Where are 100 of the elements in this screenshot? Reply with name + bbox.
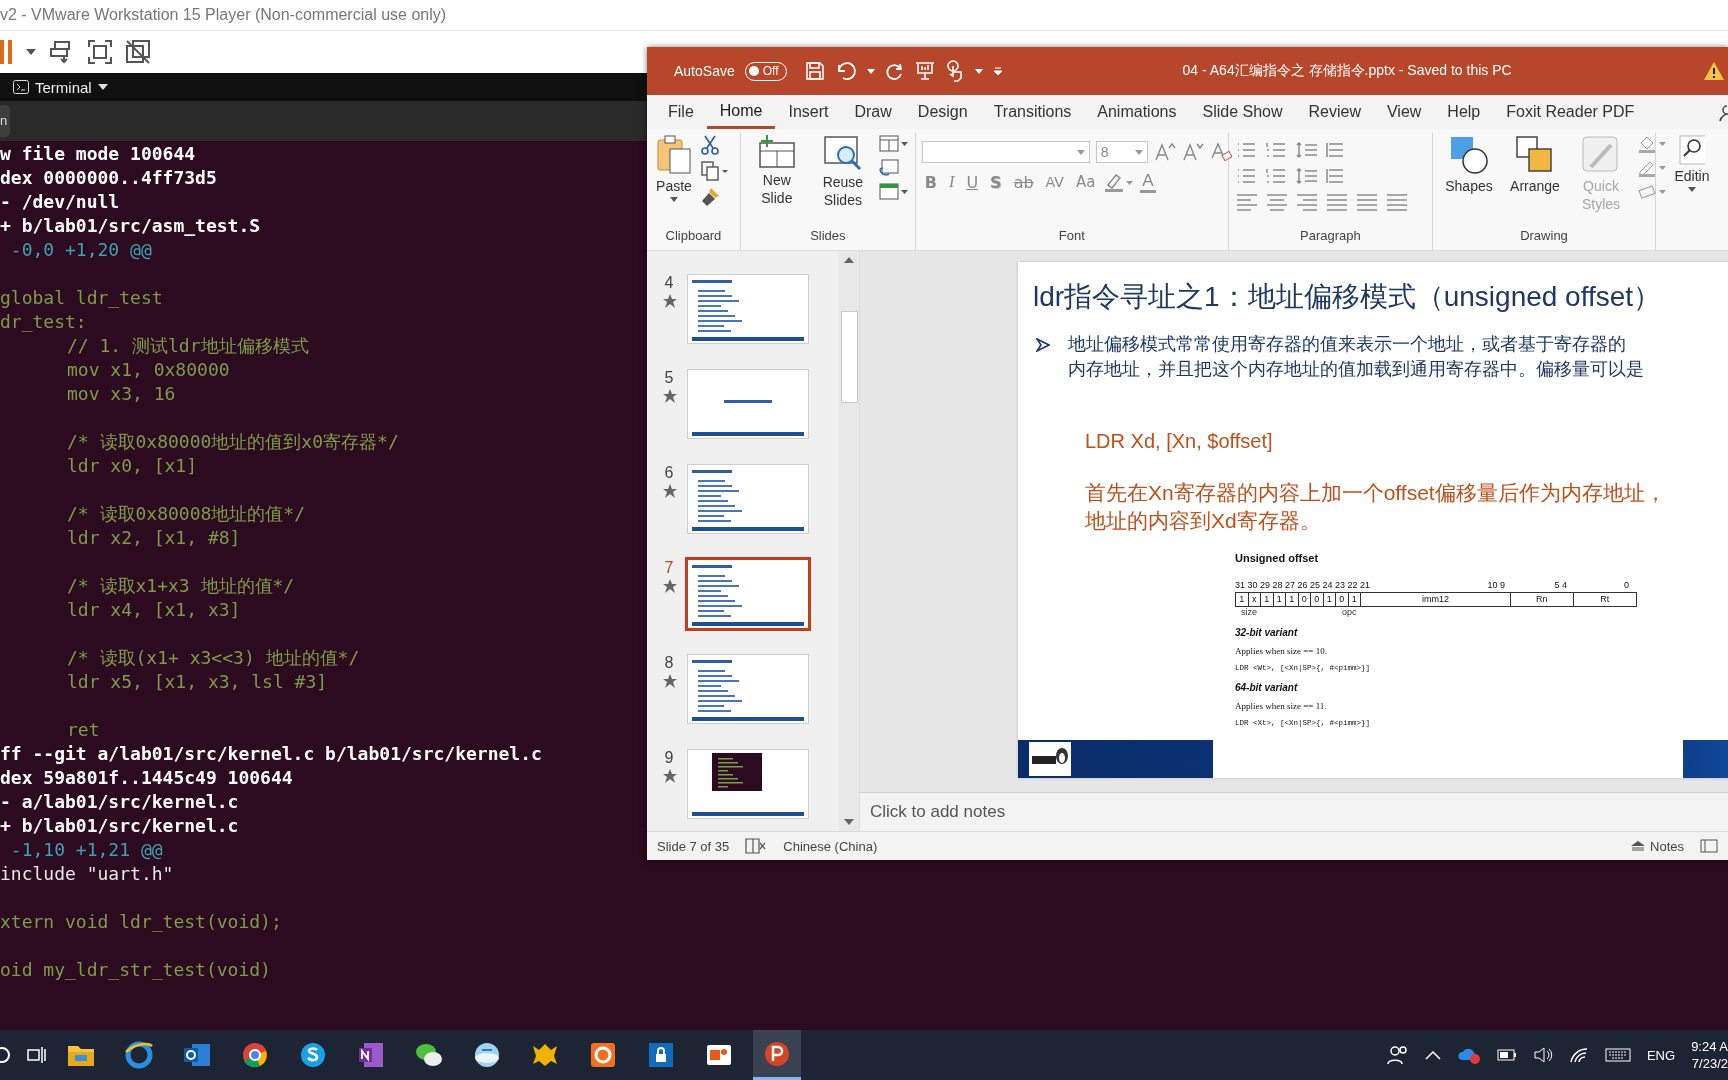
spelling-icon[interactable]	[745, 837, 768, 855]
search-icon[interactable]	[0, 1045, 12, 1065]
arrow-bullet-icon	[1036, 338, 1050, 352]
cloud-icon[interactable]	[1456, 1046, 1481, 1064]
layout-icon[interactable]	[878, 135, 909, 153]
ribbon-tab[interactable]: File	[655, 95, 707, 129]
shrink-font-icon[interactable]	[1181, 142, 1204, 162]
battery-icon[interactable]	[1496, 1049, 1517, 1061]
grow-font-icon[interactable]	[1153, 142, 1176, 162]
slide-button[interactable]: New Slide	[746, 133, 807, 209]
app-icon	[588, 1040, 618, 1070]
scissors-icon[interactable]	[701, 135, 719, 155]
unity-off-icon[interactable]	[126, 40, 150, 64]
paste-button[interactable]: Paste	[653, 133, 695, 204]
language-indicator[interactable]: ENG	[1646, 1047, 1676, 1063]
person-icon[interactable]	[1718, 102, 1728, 122]
globe-icon	[472, 1040, 502, 1070]
document-title: 04 - A64汇编指令之 存储指令.pptx - Saved to this PC	[1182, 62, 1512, 80]
search-icon	[1679, 135, 1705, 165]
customize-icon[interactable]	[992, 67, 1003, 75]
redo-icon[interactable]	[884, 61, 905, 81]
terminal-line: ret	[67, 719, 100, 740]
slide-thumbnail[interactable]	[685, 557, 811, 631]
ribbon-tab[interactable]: Draw	[841, 95, 905, 129]
terminal-menu[interactable]: Terminal	[35, 78, 92, 96]
highlighter-icon[interactable]	[1104, 171, 1135, 193]
ribbon-tab[interactable]: Design	[904, 95, 981, 129]
magnifier-slide-icon	[823, 135, 862, 171]
notes-field[interactable]: Click to add notes	[860, 792, 1728, 831]
bit-number: 31 30 29 28 27 26 25 24 23 22 21	[1235, 580, 1372, 590]
font-size-field[interactable]: 8	[1095, 141, 1148, 163]
caret-icon[interactable]	[26, 49, 36, 55]
encoding-cell: 1	[1323, 593, 1336, 606]
bullet-text: 地址偏移模式常常使用寄存器的值来表示一个地址，或者基于寄存器的	[1068, 333, 1626, 356]
ribbon-tab[interactable]: View	[1373, 95, 1435, 129]
ribbon-tab[interactable]: Transitions	[980, 95, 1085, 129]
ribbon-tab[interactable]: Help	[1434, 95, 1494, 129]
group-label: Font	[1057, 228, 1086, 245]
fullscreen-icon[interactable]	[88, 40, 112, 64]
scroll-down-icon[interactable]	[844, 819, 854, 825]
chevron-up-icon[interactable]	[1424, 1050, 1441, 1060]
caret-icon	[1688, 187, 1696, 192]
volume-icon[interactable]	[1532, 1047, 1553, 1063]
terminal-line: include "uart.h"	[0, 863, 174, 884]
terminal-line: dex 59a801f..1445c49 100644	[0, 767, 293, 788]
slide-number: 7	[664, 559, 674, 577]
save-icon[interactable]	[804, 61, 825, 81]
eraser-icon[interactable]	[1637, 183, 1667, 201]
ribbon-tab[interactable]: Animations	[1084, 95, 1190, 129]
slide-title: ldr指令寻址之1：地址偏移模式（unsigned offset）	[1032, 280, 1663, 314]
section-icon[interactable]	[878, 183, 909, 201]
taskbar-button[interactable]	[753, 1030, 801, 1080]
reset-icon[interactable]	[878, 159, 899, 177]
people-icon[interactable]	[1386, 1045, 1409, 1065]
pen-icon[interactable]	[1637, 159, 1667, 177]
terminal-line: -1,10 +1,21 @@	[9, 839, 163, 860]
encoding-cell: imm12	[1361, 593, 1511, 606]
star-icon	[661, 389, 677, 403]
scrollbar-thumb[interactable]	[840, 311, 858, 403]
terminal-line: // 1. 测试ldr地址偏移模式	[67, 335, 309, 356]
pause-icon[interactable]	[0, 40, 12, 64]
ribbon-tab[interactable]: Review	[1295, 95, 1374, 129]
clear-format-icon[interactable]	[1209, 142, 1232, 162]
copy-icon[interactable]	[701, 161, 729, 181]
ribbon-tab[interactable]: Slide Show	[1189, 95, 1296, 129]
touch-icon[interactable]	[944, 60, 965, 82]
warning-icon[interactable]	[1703, 61, 1725, 81]
scrollbar[interactable]	[839, 251, 859, 831]
caret-icon	[1076, 149, 1085, 155]
notes-button[interactable]: Notes	[1631, 838, 1684, 854]
keyboard-icon[interactable]	[1604, 1048, 1631, 1062]
arrange-icon	[1515, 135, 1555, 175]
ribbon-tab[interactable]: Foxit Reader PDF	[1493, 95, 1648, 129]
wifi-icon[interactable]	[1568, 1047, 1589, 1063]
drawing-button[interactable]: Arrange	[1505, 133, 1565, 197]
editing-button[interactable]: Editin	[1662, 133, 1722, 194]
scroll-up-icon[interactable]	[844, 257, 854, 263]
language-label[interactable]: Chinese (China)	[783, 838, 878, 854]
bullet-text: 内存地址，并且把这个内存地址的值加载到通用寄存器中。偏移量可以是	[1068, 358, 1644, 381]
encoding-cell: 1	[1261, 593, 1274, 606]
fill-bucket-icon[interactable]	[1637, 135, 1667, 153]
caret-icon[interactable]	[97, 84, 108, 90]
terminal-tab[interactable]: n	[0, 105, 10, 137]
font-name-field[interactable]	[921, 141, 1090, 163]
ribbon-tab[interactable]: Insert	[775, 95, 842, 129]
field-name: opc	[1342, 607, 1357, 617]
brush-icon[interactable]	[701, 187, 721, 207]
normal-view-icon[interactable]	[1700, 839, 1718, 853]
terminal-line: /* 读取0x80008地址的值*/	[67, 503, 306, 524]
presentation-icon[interactable]	[914, 61, 935, 81]
clock-date[interactable]: 7/23/2	[1691, 1055, 1728, 1072]
drawing-button[interactable]: Shapes	[1439, 133, 1499, 197]
terminal-line: dex 0000000..4ff73d5	[0, 167, 217, 188]
lock-icon	[646, 1040, 676, 1070]
encoding-cell: 1	[1348, 593, 1361, 606]
slide-button[interactable]: Reuse Slides	[812, 133, 873, 211]
terminal-line: ldr x0, [x1]	[67, 455, 198, 476]
clock-time[interactable]: 9:24 A	[1691, 1038, 1728, 1055]
round-app-icon	[240, 1040, 270, 1070]
task-view-icon[interactable]	[27, 1046, 47, 1064]
